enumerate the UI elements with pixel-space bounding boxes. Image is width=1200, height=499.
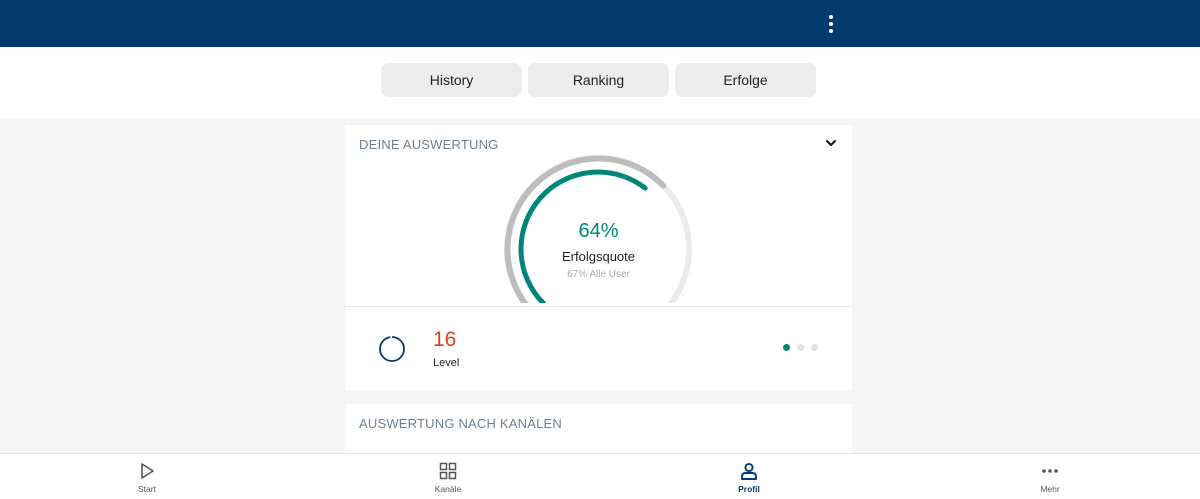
- tab-ranking[interactable]: Ranking: [528, 63, 669, 97]
- all-users-rate: 67% Alle User: [567, 269, 630, 280]
- evaluation-card: DEINE AUSWERTUNG 64% Erfolgsquote 67% Al…: [345, 125, 852, 390]
- channels-card-title: AUSWERTUNG NACH KANÄLEN: [359, 416, 563, 431]
- level-value: 16: [433, 328, 457, 351]
- success-rate-value: 64%: [578, 220, 619, 242]
- bottom-nav: Start Kanäle Profil Mehr: [0, 453, 1200, 499]
- chevron-down-icon[interactable]: [823, 136, 839, 150]
- level-progress-arc: [379, 336, 405, 362]
- nav-mehr[interactable]: Mehr: [990, 454, 1110, 499]
- kebab-menu-icon[interactable]: [819, 10, 843, 38]
- nav-kanaele[interactable]: Kanäle: [388, 454, 508, 499]
- nav-start-label: Start: [138, 484, 156, 494]
- user-icon: [741, 462, 757, 480]
- play-icon: [141, 463, 154, 479]
- level-progress-ring: [379, 336, 405, 362]
- success-rate-label: Erfolgsquote: [562, 249, 635, 264]
- app-header: [0, 0, 1200, 47]
- evaluation-card-title: DEINE AUSWERTUNG: [359, 137, 499, 152]
- more-horizontal-icon: [1042, 469, 1058, 473]
- nav-profil-label: Profil: [738, 484, 760, 494]
- nav-profil[interactable]: Profil: [689, 454, 809, 499]
- tab-history[interactable]: History: [381, 63, 522, 97]
- pager-dot[interactable]: [797, 344, 804, 351]
- grid-icon: [439, 462, 457, 480]
- pager-dot[interactable]: [811, 344, 818, 351]
- card-divider: [345, 306, 852, 307]
- nav-start[interactable]: Start: [87, 454, 207, 499]
- channels-card: AUSWERTUNG NACH KANÄLEN: [345, 404, 852, 453]
- tab-strip: History Ranking Erfolge: [0, 47, 1200, 118]
- pager-dots: [783, 344, 818, 351]
- nav-mehr-label: Mehr: [1040, 484, 1060, 494]
- level-label: Level: [433, 357, 460, 369]
- tab-erfolge[interactable]: Erfolge: [675, 63, 816, 97]
- pager-dot[interactable]: [783, 344, 790, 351]
- nav-kanaele-label: Kanäle: [434, 484, 462, 494]
